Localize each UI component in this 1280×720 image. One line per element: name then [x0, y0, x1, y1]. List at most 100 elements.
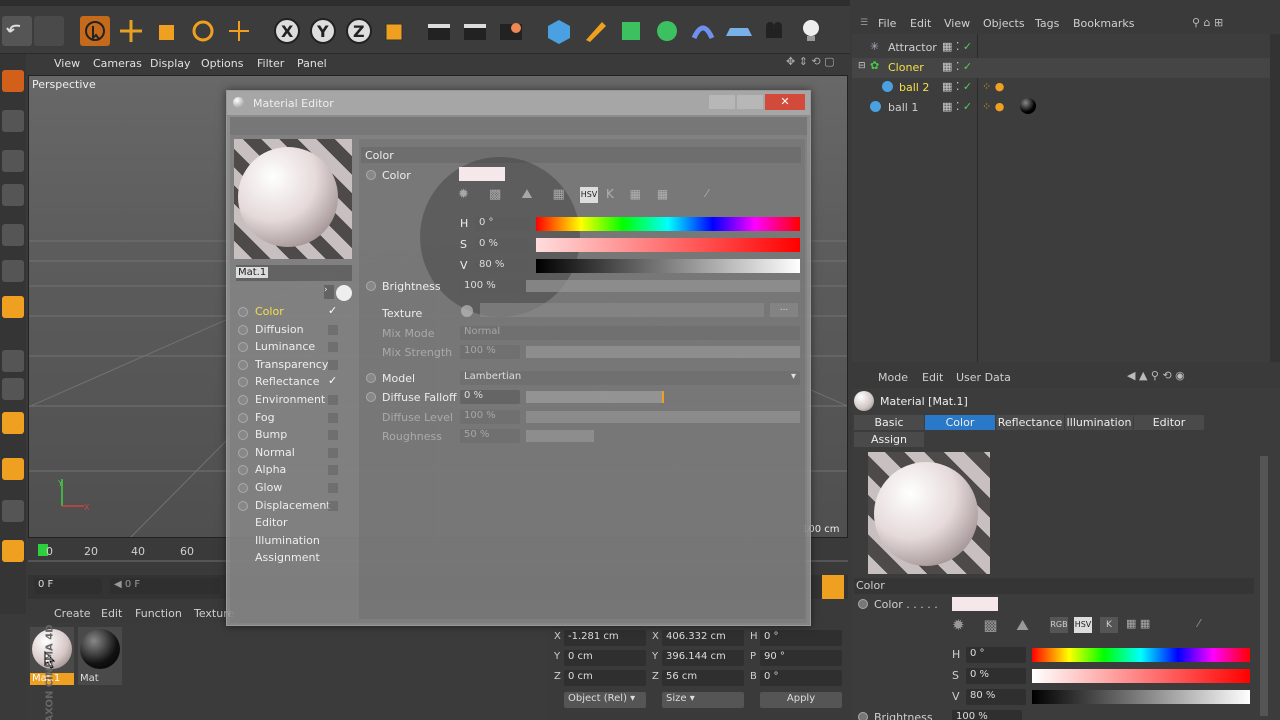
close-icon[interactable]: ✕	[765, 94, 805, 110]
workplane-icon[interactable]	[2, 184, 24, 206]
coord-mode-select[interactable]: Object (Rel) ▾	[564, 692, 646, 708]
viewport-nav-icons[interactable]: ✥ ⇕ ⟲ ▢	[786, 55, 835, 68]
editor-brightness-field[interactable]: 100 %	[460, 280, 526, 294]
cube-icon[interactable]	[544, 16, 574, 46]
material-name-field[interactable]: Mat.1	[236, 267, 269, 278]
om-toolbar-icons[interactable]: ⚲ ⌂ ⊞	[1192, 16, 1223, 29]
dialog-titlebar[interactable]: Material Editor ✕	[227, 91, 810, 115]
render-picture-viewer-icon[interactable]	[460, 16, 490, 46]
om-menu-tags[interactable]: Tags	[1035, 17, 1059, 30]
channel-environment[interactable]: Environment	[238, 393, 348, 409]
animate-dot-icon[interactable]	[858, 599, 868, 609]
camera-icon[interactable]	[760, 16, 790, 46]
array-icon[interactable]	[652, 16, 682, 46]
object-row-ball1[interactable]: ball 1 ▦ ⁚ ✓ ⁘ ●	[852, 98, 1280, 118]
pos-z-field[interactable]: 0 cm	[564, 670, 646, 686]
object-row-cloner[interactable]: ⊟ ✿ Cloner ▦ ⁚ ✓	[852, 58, 1280, 78]
am-menu-userdata[interactable]: User Data	[956, 371, 1011, 384]
channel-bump[interactable]: Bump	[238, 428, 348, 444]
channel-checkbox[interactable]: ✓	[328, 304, 338, 317]
am-hue-slider[interactable]	[1032, 648, 1250, 662]
visibility-icons[interactable]: ▦ ⁚ ✓	[942, 40, 972, 53]
maximize-button[interactable]	[737, 95, 763, 109]
render-view-icon[interactable]	[424, 16, 454, 46]
channel-diffusion[interactable]: Diffusion	[238, 323, 348, 339]
om-menu-objects[interactable]: Objects	[983, 17, 1025, 30]
channel-checkbox[interactable]	[328, 430, 338, 441]
tab-assign[interactable]: Assign	[854, 432, 924, 447]
diffuse-level-field[interactable]: 100 %	[460, 410, 520, 424]
diffuse-falloff-slider[interactable]	[526, 391, 664, 403]
mm-menu-function[interactable]: Function	[135, 607, 182, 620]
channel-reflectance[interactable]: Reflectance ✓	[238, 374, 348, 391]
om-menu-file[interactable]: File	[878, 17, 896, 30]
mm-menu-create[interactable]: Create	[54, 607, 91, 620]
animate-dot-icon[interactable]	[858, 712, 868, 720]
texture-path-field[interactable]	[480, 303, 764, 317]
menu-cameras[interactable]: Cameras	[93, 57, 142, 70]
rot-h-field[interactable]: 0 °	[760, 630, 842, 646]
texture-browse-button[interactable]: ...	[770, 303, 798, 317]
material-swatch-mat[interactable]: Mat	[78, 627, 122, 685]
model-select[interactable]: Lambertian ▾	[460, 371, 800, 385]
diffuse-falloff-field[interactable]: 0 %	[460, 390, 520, 404]
channel-displacement[interactable]: Displacement	[238, 499, 348, 515]
om-menu-edit[interactable]: Edit	[910, 17, 931, 30]
am-brightness-field[interactable]: 100 %	[952, 710, 1022, 720]
am-material-preview[interactable]	[868, 452, 990, 574]
channel-color[interactable]: Color ✓	[238, 304, 348, 321]
am-menu-mode[interactable]: Mode	[878, 371, 908, 384]
preview-options-icon[interactable]	[336, 285, 352, 301]
planar-workplane-icon[interactable]	[2, 540, 24, 562]
x-axis-icon[interactable]: X	[272, 16, 302, 46]
menu-options[interactable]: Options	[201, 57, 243, 70]
tab-color[interactable]: Color	[925, 415, 995, 430]
keyframe-icon[interactable]	[822, 575, 844, 599]
menu-panel[interactable]: Panel	[297, 57, 327, 70]
menu-filter[interactable]: Filter	[257, 57, 284, 70]
am-scrollbar[interactable]	[1260, 456, 1268, 716]
floor-icon[interactable]	[724, 16, 754, 46]
editor-hsv-button[interactable]: HSV	[580, 187, 598, 203]
polygons-mode-icon[interactable]	[2, 296, 24, 318]
channel-checkbox[interactable]	[328, 500, 338, 511]
axis-mode-icon[interactable]	[2, 350, 24, 372]
light-icon[interactable]	[796, 16, 826, 46]
am-s-field[interactable]: 0 %	[966, 668, 1026, 684]
tab-basic[interactable]: Basic	[854, 415, 924, 430]
texture-mode-icon[interactable]	[2, 150, 24, 172]
minimize-button[interactable]	[709, 95, 735, 109]
am-toolbar-icons[interactable]: ◀ ▲ ⚲ ⟲ ◉	[1127, 369, 1185, 382]
animate-dot-icon[interactable]	[366, 392, 376, 402]
move-tool-icon[interactable]	[116, 16, 146, 46]
snap-icon[interactable]	[2, 412, 24, 434]
editor-color-swatch[interactable]	[459, 167, 505, 181]
lock-workplane-icon[interactable]	[2, 500, 24, 522]
tab-reflectance[interactable]: Reflectance	[996, 415, 1064, 430]
diffuse-level-slider[interactable]	[526, 411, 800, 423]
editor-v-field[interactable]: 80 %	[475, 259, 529, 273]
channel-luminance[interactable]: Luminance	[238, 340, 348, 356]
select-tool-icon[interactable]	[80, 16, 110, 46]
om-menu-bookmarks[interactable]: Bookmarks	[1073, 17, 1134, 30]
coordinate-system-icon[interactable]	[380, 16, 410, 46]
render-settings-icon[interactable]	[496, 16, 526, 46]
edges-mode-icon[interactable]	[2, 260, 24, 282]
frame-range-field[interactable]: ◀ 0 F	[110, 578, 220, 594]
color-picker-mode-icons[interactable]: ✹ ▩ ⛰	[952, 616, 1036, 634]
expand-arrow-icon[interactable]: ›	[324, 285, 334, 299]
tags-icon[interactable]: ⁘ ●	[982, 100, 1004, 113]
hsv-mode-button[interactable]: HSV	[1074, 617, 1092, 633]
deformer-icon[interactable]	[688, 16, 718, 46]
editor-saturation-slider[interactable]	[536, 238, 800, 252]
rot-p-field[interactable]: 90 °	[760, 650, 842, 666]
roughness-field[interactable]: 50 %	[460, 429, 520, 443]
editor-h-field[interactable]: 0 °	[475, 217, 529, 231]
am-h-field[interactable]: 0 °	[966, 647, 1026, 663]
menu-display[interactable]: Display	[150, 57, 191, 70]
rotate-tool-icon[interactable]	[188, 16, 218, 46]
am-saturation-slider[interactable]	[1032, 669, 1250, 683]
visibility-icons[interactable]: ▦ ⁚ ✓	[942, 100, 972, 113]
channel-checkbox[interactable]: ✓	[328, 374, 338, 387]
channel-glow[interactable]: Glow	[238, 481, 348, 497]
